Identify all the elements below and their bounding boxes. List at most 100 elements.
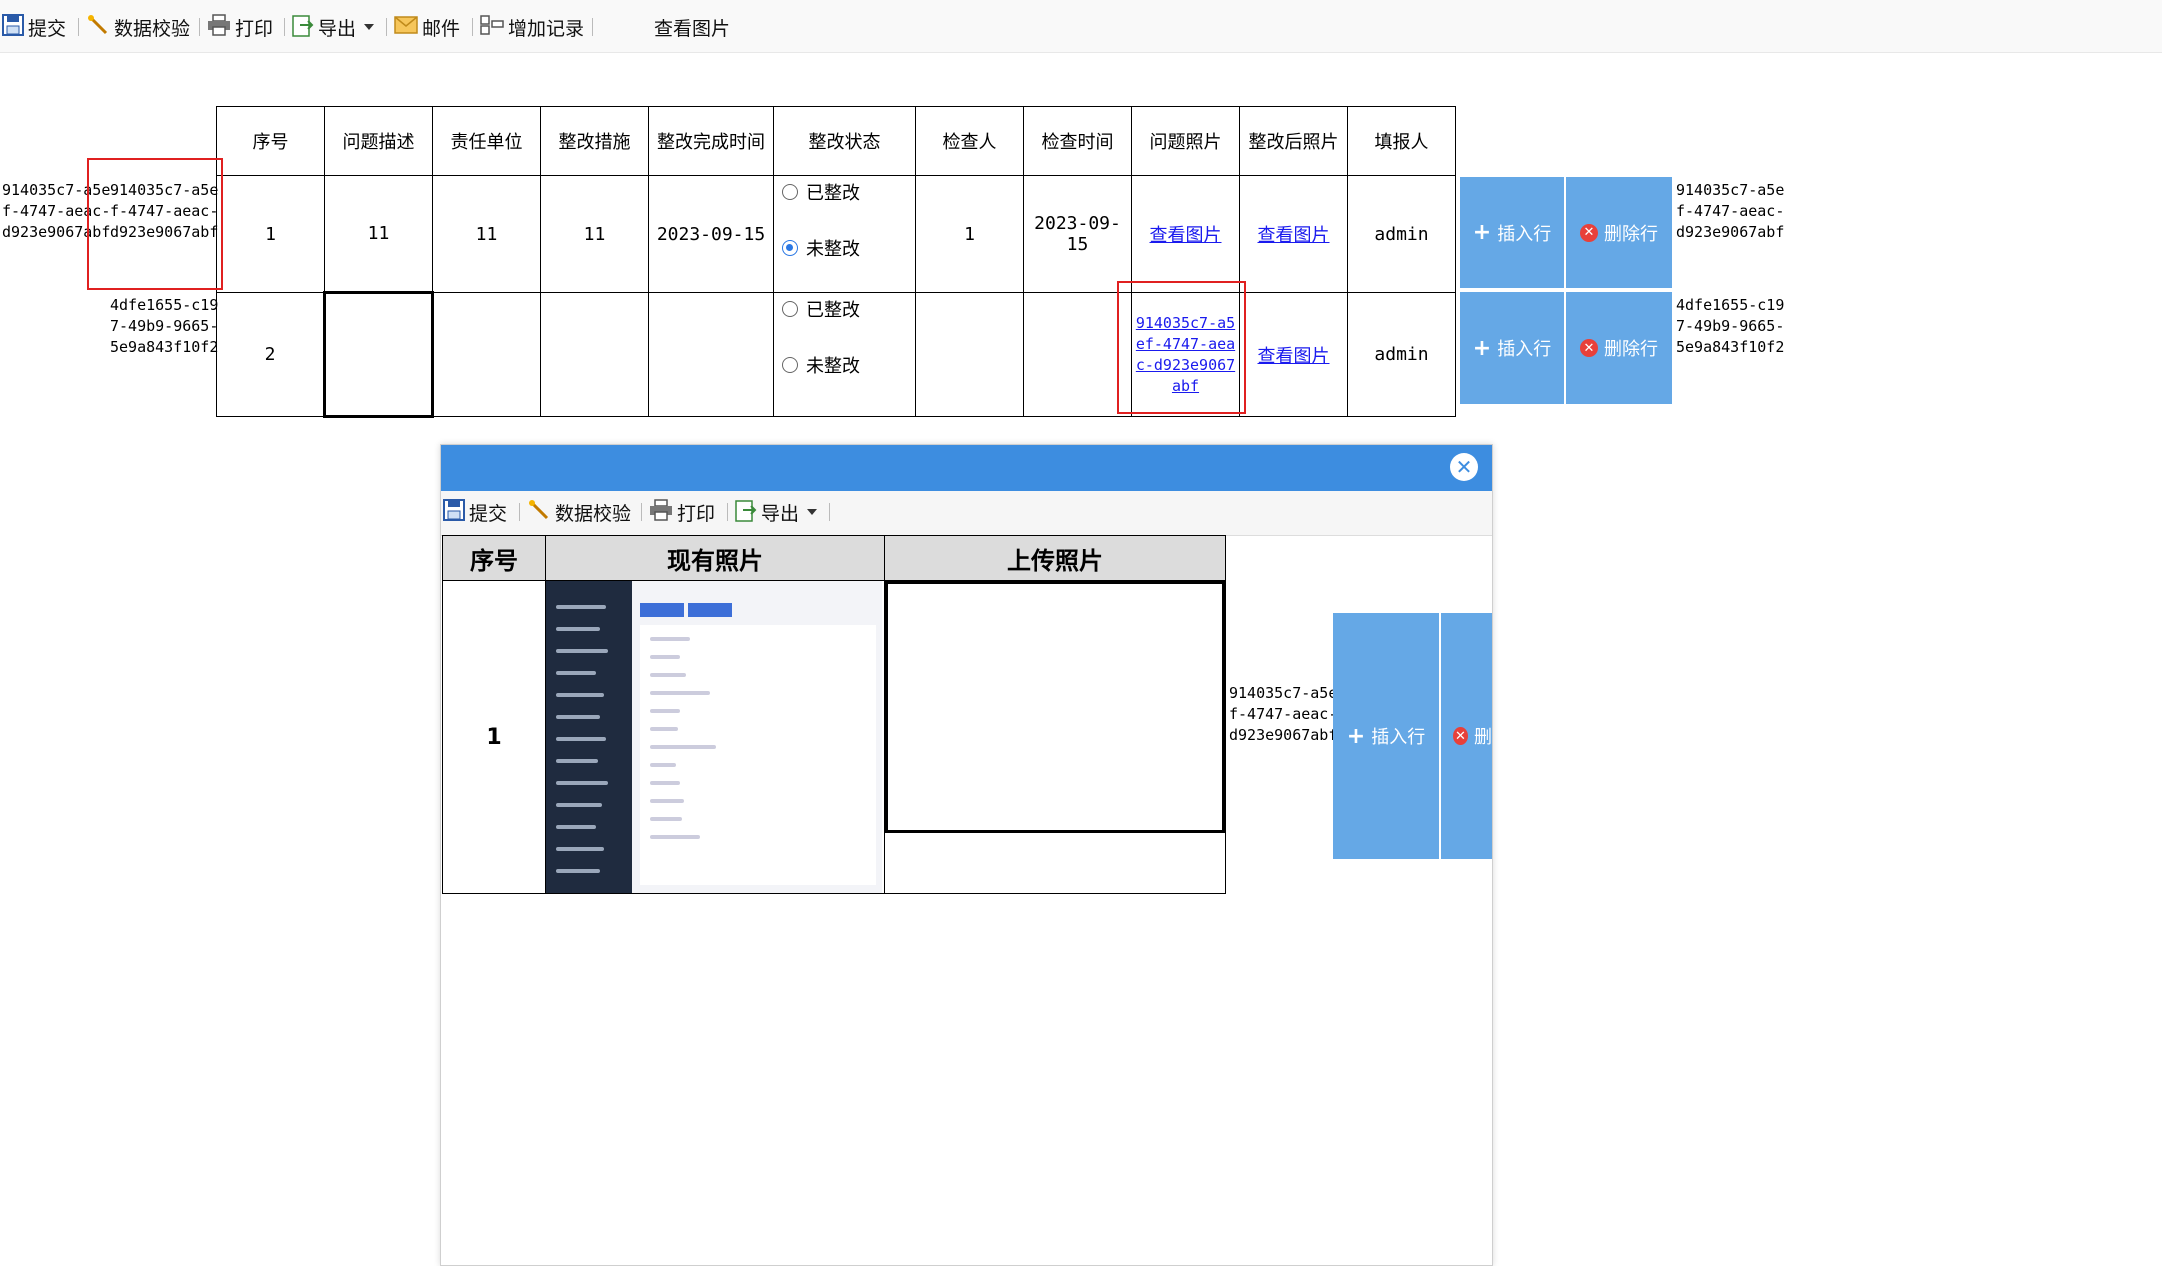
thumbnail-detail	[650, 727, 678, 731]
toolbar-divider	[641, 503, 642, 521]
thumbnail-detail	[650, 763, 676, 767]
thumbnail-detail	[556, 825, 596, 829]
delete-icon: ✕	[1453, 727, 1468, 745]
dialog-toolbar: 提交 数据校验 打印 导出	[441, 491, 1492, 536]
delete-icon: ✕	[1580, 339, 1598, 357]
chevron-down-icon	[364, 24, 375, 30]
row2-unit[interactable]	[432, 292, 541, 417]
printer-icon	[207, 13, 231, 41]
row1-delete-row-button[interactable]: ✕ 删除行	[1566, 177, 1672, 288]
row1-measure[interactable]: 11	[540, 175, 649, 293]
row1-after-photo-link[interactable]: 查看图片	[1258, 225, 1330, 246]
photo-header-seq: 序号	[442, 535, 546, 581]
close-icon[interactable]: ✕	[1450, 453, 1478, 481]
row2-status-done-option[interactable]: 已整改	[774, 295, 915, 323]
row2-finish-time[interactable]	[648, 292, 774, 417]
row1-seq[interactable]: 1	[216, 175, 325, 293]
delete-icon: ✕	[1580, 223, 1598, 242]
row1-status-done-option[interactable]: 已整改	[774, 178, 915, 206]
row2-seq[interactable]: 2	[216, 292, 325, 417]
dialog-titlebar: ✕	[441, 445, 1492, 491]
top-toolbar: 提交 数据校验 打印 导出 邮件 增加记录 查看图片	[0, 0, 2162, 53]
thumbnail-detail	[556, 715, 600, 719]
photo-table: 序号 现有照片 上传照片 1	[442, 535, 1226, 894]
data-table: 序号 问题描述 责任单位 整改措施 整改完成时间 整改状态 检查人 检查时间 问…	[216, 106, 1456, 418]
radio-icon[interactable]	[782, 301, 798, 317]
thumbnail-detail	[650, 709, 680, 713]
row2-inspector[interactable]	[915, 292, 1024, 417]
radio-icon[interactable]	[782, 357, 798, 373]
print-button[interactable]: 打印	[207, 13, 273, 41]
thumbnail-detail	[556, 803, 602, 807]
validate-button[interactable]: 数据校验	[86, 14, 190, 40]
row1-reporter[interactable]: admin	[1347, 175, 1456, 293]
row2-status-pending-option[interactable]: 未整改	[774, 351, 915, 379]
dialog-insert-row-button[interactable]: + 插入行	[1333, 613, 1439, 859]
row1-finish-time[interactable]: 2023-09-15	[648, 175, 774, 293]
plus-icon: +	[1472, 220, 1492, 245]
row1-status-pending-option[interactable]: 未整改	[774, 234, 915, 262]
add-record-icon	[480, 14, 504, 41]
dialog-delete-row-button[interactable]: ✕ 删	[1441, 613, 1492, 859]
header-seq: 序号	[216, 106, 325, 176]
dialog-print-button[interactable]: 打印	[649, 498, 716, 525]
add-record-button[interactable]: 增加记录	[480, 14, 584, 40]
save-icon	[2, 13, 24, 41]
header-inspector: 检查人	[915, 106, 1024, 176]
thumbnail-detail	[556, 869, 600, 873]
row2-right-id: 4dfe1655-c197-49b9-9665-5e9a843f10f2	[1676, 296, 1785, 356]
chevron-down-icon	[807, 509, 818, 515]
thumbnail-detail	[640, 625, 876, 885]
header-reporter: 填报人	[1347, 106, 1456, 176]
row2-description[interactable]	[323, 291, 434, 418]
submit-button[interactable]: 提交	[2, 13, 67, 41]
row2-insert-row-button[interactable]: + 插入行	[1460, 292, 1564, 404]
plus-icon: +	[1346, 723, 1366, 749]
mail-button[interactable]: 邮件	[394, 14, 460, 40]
dialog-validate-button[interactable]: 数据校验	[527, 499, 631, 525]
header-after-photo: 整改后照片	[1239, 106, 1348, 176]
submit-label: 提交	[28, 17, 67, 40]
highlight-box	[1117, 281, 1246, 414]
row1-insert-row-button[interactable]: + 插入行	[1460, 177, 1564, 288]
row2-inspect-time[interactable]	[1023, 292, 1132, 417]
row1-inspector[interactable]: 1	[915, 175, 1024, 293]
existing-photo-thumbnail[interactable]	[546, 581, 882, 893]
export-label: 导出	[318, 17, 357, 40]
table-row: 1 11 11 11 2023-09-15 已整改 未整改 1 2023-09-…	[216, 175, 1456, 293]
radio-selected-icon[interactable]	[782, 240, 798, 256]
table-header-row: 序号 问题描述 责任单位 整改措施 整改完成时间 整改状态 检查人 检查时间 问…	[216, 106, 1456, 176]
dialog-submit-button[interactable]: 提交	[443, 498, 508, 525]
dialog-print-label: 打印	[677, 502, 716, 525]
row1-right-id: 914035c7-a5ef-4747-aeac-d923e9067abf	[1676, 181, 1785, 241]
row1-unit[interactable]: 11	[432, 175, 541, 293]
row1-problem-photo-link[interactable]: 查看图片	[1150, 225, 1222, 246]
row2-after-photo-link[interactable]: 查看图片	[1258, 346, 1330, 367]
thumbnail-detail	[556, 759, 598, 763]
thumbnail-detail	[650, 835, 700, 839]
row1-description[interactable]: 11	[324, 175, 433, 293]
row2-measure[interactable]	[540, 292, 649, 417]
row2-reporter[interactable]: admin	[1347, 292, 1456, 417]
thumbnail-detail	[556, 847, 604, 851]
row2-delete-row-button[interactable]: ✕ 删除行	[1566, 292, 1672, 404]
dialog-submit-label: 提交	[469, 502, 508, 525]
dialog-validate-label: 数据校验	[555, 502, 632, 525]
table-row: 1	[442, 580, 1226, 894]
photo-header-existing: 现有照片	[545, 535, 885, 581]
mail-label: 邮件	[422, 17, 461, 40]
row1-inspect-time[interactable]: 2023-09-15	[1023, 175, 1132, 293]
toolbar-divider	[78, 18, 79, 36]
toolbar-divider	[829, 503, 830, 521]
toolbar-divider	[284, 18, 285, 36]
photo-table-header: 序号 现有照片 上传照片	[442, 535, 1226, 581]
radio-icon[interactable]	[782, 184, 798, 200]
export-dropdown[interactable]: 导出	[292, 14, 375, 40]
dialog-export-dropdown[interactable]: 导出	[735, 498, 818, 527]
upload-photo-cell	[884, 580, 1226, 894]
thumbnail-detail	[650, 655, 680, 659]
dialog-export-label: 导出	[761, 502, 800, 525]
export-icon	[735, 498, 757, 527]
thumbnail-detail	[640, 603, 684, 617]
upload-photo-dropzone[interactable]	[885, 581, 1225, 833]
